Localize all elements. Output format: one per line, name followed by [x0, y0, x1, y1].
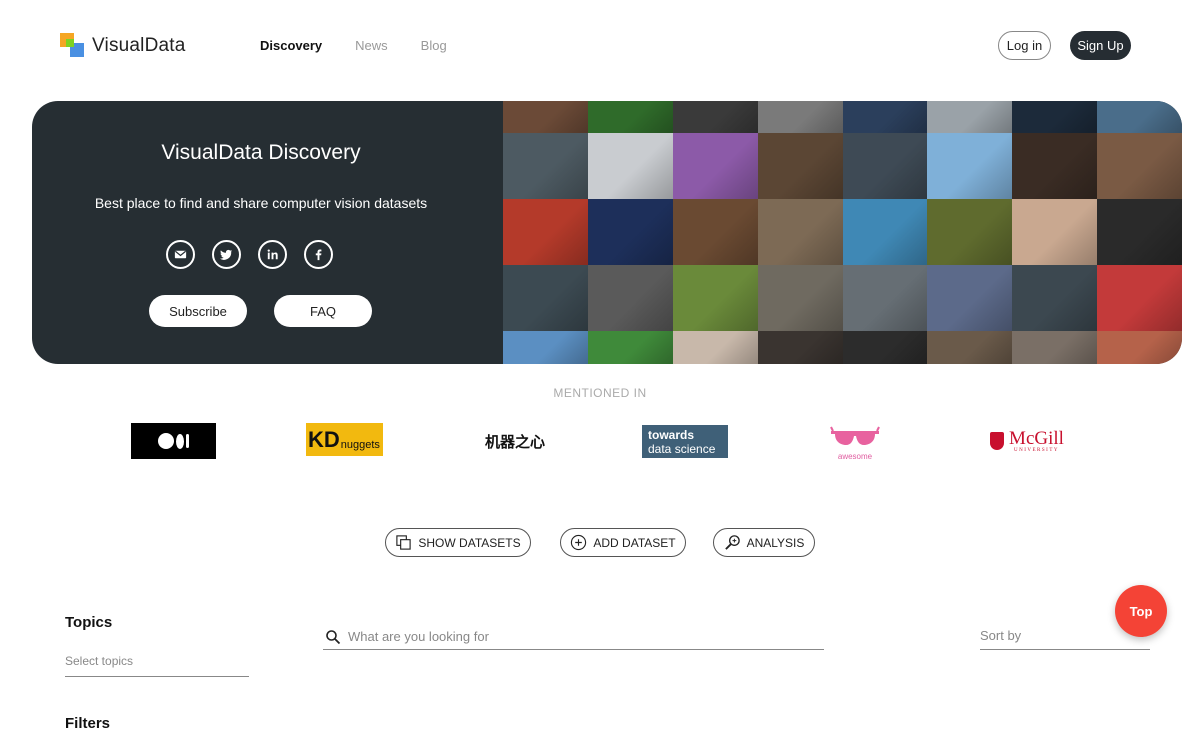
subscribe-button[interactable]: Subscribe	[149, 295, 247, 327]
nav-blog[interactable]: Blog	[421, 38, 447, 53]
mentioned-in-heading: MENTIONED IN	[553, 386, 647, 400]
mosaic-image-tile	[1012, 265, 1098, 331]
sunglasses-icon	[830, 426, 880, 445]
mosaic-image-tile	[842, 265, 928, 331]
add-circle-icon	[571, 534, 587, 551]
main-nav: Discovery News Blog	[260, 38, 480, 53]
mosaic-image-tile	[757, 101, 843, 133]
mosaic-image-tile	[1012, 133, 1098, 199]
mosaic-image-tile	[1012, 101, 1098, 133]
mcgill-university: UNIVERSITY	[1013, 447, 1059, 453]
site-logo[interactable]: VisualData	[60, 33, 186, 59]
hero-title: VisualData Discovery	[161, 141, 361, 164]
mosaic-image-tile	[672, 331, 758, 364]
show-datasets-button[interactable]: SHOW DATASETS	[385, 528, 531, 557]
sort-by-select[interactable]: Sort by	[980, 628, 1150, 650]
logo-text: VisualData	[92, 35, 186, 56]
mosaic-image-tile	[842, 331, 928, 364]
hero-subtitle: Best place to find and share computer vi…	[94, 195, 428, 211]
site-header: VisualData Discovery News Blog Log in Si…	[0, 0, 1200, 92]
mosaic-image-tile	[927, 265, 1013, 331]
nuggets-text: nuggets	[340, 438, 380, 451]
filters-heading: Filters	[65, 715, 111, 732]
analysis-magnifier-icon	[724, 535, 740, 550]
tds-line1: towards	[648, 427, 695, 442]
mosaic-image-tile	[1097, 331, 1182, 364]
search-icon	[326, 629, 341, 644]
kdnuggets-logo[interactable]: KD nuggets	[306, 423, 383, 456]
mosaic-image-tile	[757, 199, 843, 265]
mcgill-name: McGill	[1009, 427, 1064, 449]
topics-heading: Topics	[65, 614, 113, 631]
mosaic-image-tile	[672, 199, 758, 265]
email-icon[interactable]	[166, 240, 195, 269]
facebook-icon[interactable]	[304, 240, 333, 269]
mosaic-image-tile	[672, 265, 758, 331]
mosaic-image-tile	[927, 331, 1013, 364]
mosaic-image-tile	[503, 265, 588, 331]
awesome-logo[interactable]: awesome	[828, 423, 882, 463]
login-button[interactable]: Log in	[998, 31, 1051, 60]
mosaic-image-tile	[757, 331, 843, 364]
mosaic-image-tile	[1097, 265, 1182, 331]
mosaic-image-tile	[1012, 199, 1098, 265]
social-links	[166, 240, 350, 269]
hero-banner: VisualData Discovery Best place to find …	[32, 101, 1182, 364]
nav-news[interactable]: News	[355, 38, 388, 53]
mosaic-image-tile	[842, 133, 928, 199]
search-input[interactable]	[348, 629, 788, 644]
faq-button[interactable]: FAQ	[274, 295, 372, 327]
linkedin-icon[interactable]	[258, 240, 287, 269]
mcgill-logo[interactable]: McGill UNIVERSITY	[984, 423, 1070, 459]
mosaic-image-tile	[1012, 331, 1098, 364]
add-dataset-button[interactable]: ADD DATASET	[560, 528, 686, 557]
awesome-text: awesome	[837, 451, 873, 461]
mosaic-image-tile	[757, 133, 843, 199]
mosaic-image-tile	[842, 199, 928, 265]
jiqizhixin-text: 机器之心	[484, 433, 545, 451]
mosaic-image-tile	[503, 199, 588, 265]
mosaic-image-tile	[503, 101, 588, 133]
signup-button[interactable]: Sign Up	[1070, 31, 1131, 60]
add-dataset-label: ADD DATASET	[593, 535, 676, 550]
nav-discovery[interactable]: Discovery	[260, 38, 322, 53]
analysis-button[interactable]: ANALYSIS	[713, 528, 815, 557]
mosaic-image-tile	[587, 133, 673, 199]
mosaic-image-tile	[672, 133, 758, 199]
dataset-image-mosaic	[503, 101, 1182, 364]
mosaic-image-tile	[757, 265, 843, 331]
twitter-icon[interactable]	[212, 240, 241, 269]
analysis-label: ANALYSIS	[746, 535, 805, 550]
mosaic-image-tile	[587, 101, 673, 133]
show-datasets-label: SHOW DATASETS	[418, 535, 521, 550]
copy-icon	[396, 535, 412, 550]
mosaic-image-tile	[587, 331, 673, 364]
mosaic-image-tile	[1097, 101, 1182, 133]
mosaic-image-tile	[503, 331, 588, 364]
jiqizhixin-logo[interactable]: 机器之心	[473, 423, 557, 459]
medium-logo[interactable]	[131, 423, 216, 459]
logo-icon	[60, 33, 86, 59]
kd-text: KD	[308, 426, 340, 452]
search-bar	[323, 624, 824, 650]
mosaic-image-tile	[927, 101, 1013, 133]
mcgill-shield-icon	[990, 432, 1005, 450]
mosaic-image-tile	[503, 133, 588, 199]
topics-select[interactable]: Select topics	[65, 654, 249, 677]
tds-line2: data science	[648, 441, 716, 456]
mosaic-image-tile	[587, 265, 673, 331]
mosaic-image-tile	[927, 133, 1013, 199]
mosaic-image-tile	[842, 101, 928, 133]
mosaic-image-tile	[927, 199, 1013, 265]
hero-text-panel: VisualData Discovery Best place to find …	[32, 101, 503, 364]
mosaic-image-tile	[587, 199, 673, 265]
mosaic-image-tile	[1097, 199, 1182, 265]
mosaic-image-tile	[1097, 133, 1182, 199]
towards-data-science-logo[interactable]: towards data science	[642, 425, 728, 458]
mosaic-image-tile	[672, 101, 758, 133]
